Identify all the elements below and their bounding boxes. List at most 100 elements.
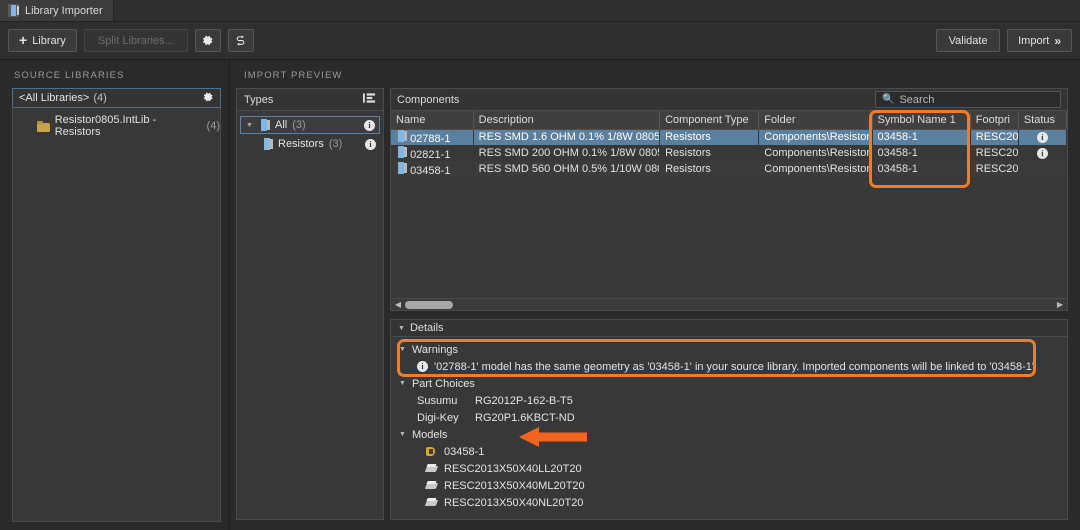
cell-description: RES SMD 200 OHM 0.1% 1/8W 0805 bbox=[473, 145, 660, 161]
components-table-wrap: Name Description Component Type Folder S… bbox=[390, 110, 1068, 311]
chevron-down-icon[interactable]: ▼ bbox=[399, 380, 406, 387]
all-libraries-row[interactable]: <All Libraries> (4) bbox=[12, 88, 221, 108]
chevron-down-icon[interactable]: ▼ bbox=[398, 325, 405, 332]
model-label: RESC2013X50X40ML20T20 bbox=[444, 479, 585, 492]
column-header-name[interactable]: Name bbox=[391, 111, 474, 130]
cell-component-type: Resistors bbox=[659, 145, 759, 161]
table-row[interactable]: 02788-1 RES SMD 1.6 OHM 0.1% 1/8W 0805 R… bbox=[391, 129, 1067, 145]
name-cell-inner: 03458-1 bbox=[396, 161, 450, 177]
gear-icon bbox=[203, 35, 213, 46]
model-label: 03458-1 bbox=[444, 445, 485, 458]
cell-component-type: Resistors bbox=[659, 161, 759, 177]
table-row[interactable]: 02821-1 RES SMD 200 OHM 0.1% 1/8W 0805 R… bbox=[391, 145, 1067, 161]
details-header[interactable]: ▼ Details bbox=[390, 319, 1068, 337]
types-list[interactable]: ▼ All (3) i Resistors (3) i bbox=[236, 111, 384, 520]
models-group-row[interactable]: ▼ Models bbox=[391, 426, 1067, 443]
chevron-down-icon[interactable]: ▼ bbox=[399, 431, 406, 438]
chevron-down-icon[interactable]: ▼ bbox=[245, 122, 254, 129]
all-libraries-count: (4) bbox=[93, 92, 107, 104]
cell-name: 02821-1 bbox=[391, 145, 474, 161]
part-icon bbox=[396, 161, 407, 174]
cell-footprint: RESC20 bbox=[970, 145, 1019, 161]
details-header-label: Details bbox=[409, 322, 444, 334]
cell-status[interactable]: i bbox=[1018, 129, 1067, 145]
swap-button[interactable] bbox=[227, 29, 254, 52]
types-row-count: (3) bbox=[328, 138, 343, 150]
part-choice-row[interactable]: Digi-Key RG20P1.6KBCT-ND bbox=[391, 409, 1067, 426]
cell-status[interactable]: i bbox=[1018, 145, 1067, 161]
part-choice-vendor: Digi-Key bbox=[417, 411, 459, 424]
cell-folder: Components\Resistors bbox=[758, 161, 873, 177]
model-row[interactable]: RESC2013X50X40NL20T20 bbox=[391, 494, 1067, 511]
cell-name: 03458-1 bbox=[391, 161, 474, 177]
settings-button[interactable] bbox=[194, 29, 221, 52]
swap-arrows-icon bbox=[236, 35, 245, 46]
part-choices-group-row[interactable]: ▼ Part Choices bbox=[391, 375, 1067, 392]
part-icon bbox=[396, 129, 407, 142]
column-header-component-type[interactable]: Component Type bbox=[659, 111, 760, 130]
cell-folder: Components\Resistors bbox=[758, 129, 873, 145]
footprint-model-icon bbox=[425, 497, 438, 508]
info-icon: i bbox=[417, 361, 428, 372]
all-libraries-label: <All Libraries> bbox=[19, 92, 90, 104]
plus-icon: + bbox=[19, 31, 28, 48]
warnings-group-row[interactable]: ▼ Warnings bbox=[391, 341, 1067, 358]
horizontal-scrollbar[interactable]: ◀ ▶ bbox=[391, 298, 1067, 310]
part-icon bbox=[262, 138, 273, 150]
cell-folder: Components\Resistors bbox=[758, 145, 873, 161]
tab-library-importer[interactable]: Library Importer bbox=[0, 0, 114, 21]
types-row-resistors[interactable]: Resistors (3) i bbox=[240, 135, 380, 153]
import-preview-pane: IMPORT PREVIEW Types ▼ All (3) i Resisto… bbox=[230, 60, 1080, 530]
table-row[interactable]: 03458-1 RES SMD 560 OHM 0.5% 1/10W 0805 … bbox=[391, 161, 1067, 177]
tab-strip: Library Importer bbox=[0, 0, 1080, 22]
warnings-group-label: Warnings bbox=[411, 343, 458, 356]
scroll-right-arrow-icon[interactable]: ▶ bbox=[1055, 300, 1065, 309]
details-panel: ▼ Details ▼ Warnings i '02788-1' model h… bbox=[390, 319, 1068, 520]
cell-symbol-name: 03458-1 bbox=[872, 129, 971, 145]
list-item[interactable]: Resistor0805.IntLib - Resistors (4) bbox=[13, 112, 220, 140]
model-row[interactable]: RESC2013X50X40LL20T20 bbox=[391, 460, 1067, 477]
import-button[interactable]: Import » bbox=[1007, 29, 1072, 52]
scrollbar-track[interactable] bbox=[403, 300, 1055, 309]
model-label: RESC2013X50X40NL20T20 bbox=[444, 496, 584, 509]
main-body: SOURCE LIBRARIES <All Libraries> (4) Res… bbox=[0, 60, 1080, 530]
types-row-label: Resistors bbox=[278, 138, 324, 150]
search-input[interactable]: 🔍 Search bbox=[875, 91, 1061, 108]
scroll-left-arrow-icon[interactable]: ◀ bbox=[393, 300, 403, 309]
column-header-symbol-name[interactable]: Symbol Name 1 bbox=[872, 111, 971, 130]
model-row[interactable]: RESC2013X50X40ML20T20 bbox=[391, 477, 1067, 494]
types-panel: Types ▼ All (3) i Resistors (3) i bbox=[236, 88, 384, 520]
validate-button[interactable]: Validate bbox=[936, 29, 1001, 52]
table-header-row: Name Description Component Type Folder S… bbox=[391, 111, 1068, 130]
group-by-icon bbox=[363, 93, 376, 103]
split-libraries-button: Split Libraries... bbox=[83, 29, 188, 52]
split-libraries-label: Split Libraries... bbox=[97, 34, 174, 47]
scrollbar-thumb[interactable] bbox=[405, 300, 453, 309]
part-choice-row[interactable]: Susumu RG2012P-162-B-T5 bbox=[391, 392, 1067, 409]
folder-icon bbox=[37, 120, 50, 132]
group-by-button[interactable] bbox=[363, 92, 376, 107]
source-libraries-pane: SOURCE LIBRARIES <All Libraries> (4) Res… bbox=[0, 60, 230, 530]
types-row-info-button[interactable]: i bbox=[364, 119, 375, 131]
column-header-status[interactable]: Status bbox=[1018, 111, 1068, 130]
source-libraries-list[interactable]: Resistor0805.IntLib - Resistors (4) bbox=[12, 108, 221, 522]
cell-name: 02788-1 bbox=[391, 129, 474, 145]
model-row[interactable]: 03458-1 bbox=[391, 443, 1067, 460]
import-preview-title: IMPORT PREVIEW bbox=[244, 70, 343, 81]
types-row-all[interactable]: ▼ All (3) i bbox=[240, 116, 380, 134]
types-row-count: (3) bbox=[292, 119, 306, 131]
validate-label: Validate bbox=[948, 34, 988, 47]
source-libraries-gear-button[interactable] bbox=[202, 91, 214, 106]
column-header-footprint[interactable]: Footpri bbox=[970, 111, 1019, 130]
part-icon bbox=[259, 119, 270, 131]
add-library-button[interactable]: + Library bbox=[8, 29, 77, 52]
types-row-info-button[interactable]: i bbox=[365, 138, 376, 150]
import-label: Import bbox=[1018, 34, 1050, 47]
column-header-description[interactable]: Description bbox=[473, 111, 661, 130]
warning-message-text: '02788-1' model has the same geometry as… bbox=[434, 360, 1034, 373]
chevron-down-icon[interactable]: ▼ bbox=[399, 346, 406, 353]
table-empty-space bbox=[391, 177, 1067, 298]
column-header-folder[interactable]: Folder bbox=[758, 111, 873, 130]
cell-symbol-name: 03458-1 bbox=[872, 161, 971, 177]
cell-status bbox=[1018, 161, 1067, 177]
